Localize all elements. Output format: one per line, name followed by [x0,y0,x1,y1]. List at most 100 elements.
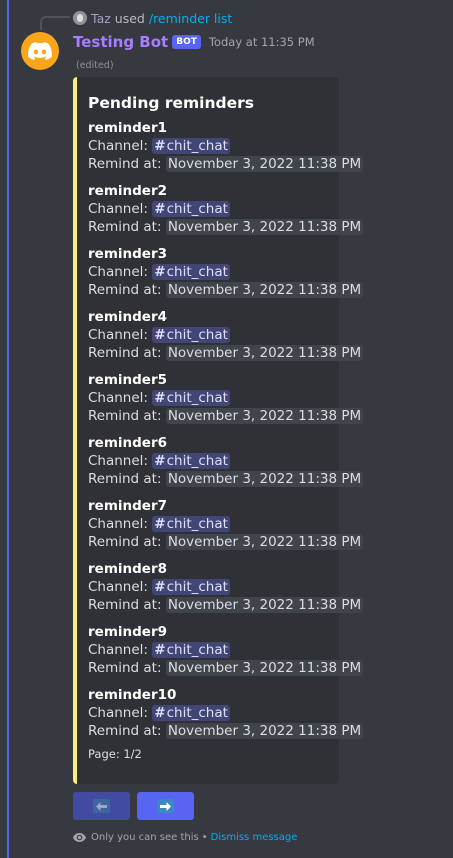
remind-line: Remind at: November 3, 2022 11:38 PM [88,218,364,236]
channel-mention[interactable]: #chit_chat [152,138,230,154]
pagination-buttons [73,792,201,820]
channel-label: Channel: [88,201,148,217]
channel-mention[interactable]: #chit_chat [152,201,230,217]
reminder-field: reminder9 Channel: #chit_chat Remind at: N… [88,624,364,687]
remind-timestamp[interactable]: November 3, 2022 11:38 PM [165,471,364,487]
reminder-name: reminder5 [88,372,167,388]
remind-label: Remind at: [88,723,162,739]
remind-line: Remind at: November 3, 2022 11:38 PM [88,659,364,677]
reminder-name: reminder9 [88,624,167,640]
bot-tag: BOT [172,35,201,49]
channel-name: chit_chat [166,642,228,658]
reminder-field: reminder2 Channel: #chit_chat Remind at: N… [88,183,364,246]
previous-page-button[interactable] [73,792,130,820]
reminder-field: reminder1 Channel: #chit_chat Remind at: N… [88,120,364,183]
remind-line: Remind at: November 3, 2022 11:38 PM [88,407,364,425]
channel-mention[interactable]: #chit_chat [152,453,230,469]
remind-line: Remind at: November 3, 2022 11:38 PM [88,722,364,740]
channel-label: Channel: [88,642,148,658]
remind-timestamp[interactable]: November 3, 2022 11:38 PM [165,534,364,550]
remind-line: Remind at: November 3, 2022 11:38 PM [88,344,364,362]
remind-timestamp[interactable]: November 3, 2022 11:38 PM [165,345,364,361]
channel-line: Channel: #chit_chat [88,137,329,155]
reminder-field: reminder8 Channel: #chit_chat Remind at: N… [88,561,364,624]
channel-mention[interactable]: #chit_chat [152,327,230,343]
reminder-field: reminder3 Channel: #chit_chat Remind at: N… [88,246,364,309]
channel-name: chit_chat [166,390,228,406]
bot-avatar[interactable] [21,32,59,70]
reply-preview[interactable]: Taz used /reminder list [73,10,232,26]
remind-line: Remind at: November 3, 2022 11:38 PM [88,533,364,551]
remind-label: Remind at: [88,156,162,172]
channel-mention[interactable]: #chit_chat [152,579,230,595]
channel-label: Channel: [88,138,148,154]
remind-label: Remind at: [88,219,162,235]
channel-mention[interactable]: #chit_chat [152,516,230,532]
reminder-name: reminder8 [88,561,167,577]
dismiss-message-link[interactable]: Dismiss message [211,832,298,843]
message-timestamp[interactable]: Today at 11:35 PM [209,35,315,49]
channel-mention[interactable]: #chit_chat [152,390,230,406]
reminder-field: reminder10 Channel: #chit_chat Remind at: … [88,687,364,750]
reminder-name: reminder6 [88,435,167,451]
hashtag-icon: # [154,201,166,217]
arrow-left-icon [93,799,110,813]
edited-label[interactable]: (edited) [76,60,114,71]
channel-label: Channel: [88,705,148,721]
channel-mention[interactable]: #chit_chat [152,264,230,280]
hashtag-icon: # [154,579,166,595]
channel-name: chit_chat [166,264,228,280]
reminder-name: reminder3 [88,246,167,262]
channel-mention[interactable]: #chit_chat [152,642,230,658]
remind-timestamp[interactable]: November 3, 2022 11:38 PM [165,282,364,298]
reminder-field: reminder5 Channel: #chit_chat Remind at: N… [88,372,364,435]
eye-icon [73,833,86,842]
remind-label: Remind at: [88,408,162,424]
reminder-name: reminder4 [88,309,167,325]
remind-timestamp[interactable]: November 3, 2022 11:38 PM [165,597,364,613]
reminder-embed: Pending reminders reminder1 Channel: #chi… [73,77,364,784]
bot-username[interactable]: Testing Bot [73,33,168,51]
reminder-field: reminder4 Channel: #chit_chat Remind at: N… [88,309,364,372]
channel-line: Channel: #chit_chat [88,641,329,659]
channel-line: Channel: #chit_chat [88,326,329,344]
hashtag-icon: # [154,453,166,469]
reply-used-text: used [114,10,145,26]
reminder-name: reminder7 [88,498,167,514]
channel-name: chit_chat [166,138,228,154]
channel-name: chit_chat [166,516,228,532]
remind-timestamp[interactable]: November 3, 2022 11:38 PM [165,156,364,172]
channel-line: Channel: #chit_chat [88,515,329,533]
channel-name: chit_chat [166,579,228,595]
channel-line: Channel: #chit_chat [88,704,329,722]
next-page-button[interactable] [137,792,194,820]
remind-timestamp[interactable]: November 3, 2022 11:38 PM [165,408,364,424]
reply-username[interactable]: Taz [91,11,111,26]
hashtag-icon: # [154,264,166,280]
channel-line: Channel: #chit_chat [88,578,329,596]
channel-name: chit_chat [166,201,228,217]
channel-line: Channel: #chit_chat [88,200,329,218]
reply-connector [40,16,70,30]
hashtag-icon: # [154,138,166,154]
channel-line: Channel: #chit_chat [88,263,329,281]
reply-command[interactable]: /reminder list [149,11,232,26]
reminder-field: reminder7 Channel: #chit_chat Remind at: N… [88,498,364,561]
remind-label: Remind at: [88,534,162,550]
remind-label: Remind at: [88,597,162,613]
reminder-name: reminder2 [88,183,167,199]
channel-mention[interactable]: #chit_chat [152,705,230,721]
remind-label: Remind at: [88,282,162,298]
remind-timestamp[interactable]: November 3, 2022 11:38 PM [165,723,364,739]
remind-line: Remind at: November 3, 2022 11:38 PM [88,155,364,173]
separator-dot: • [201,832,208,843]
remind-timestamp[interactable]: November 3, 2022 11:38 PM [165,660,364,676]
reminder-name: reminder1 [88,120,167,136]
channel-label: Channel: [88,516,148,532]
channel-label: Channel: [88,390,148,406]
channel-name: chit_chat [166,453,228,469]
remind-timestamp[interactable]: November 3, 2022 11:38 PM [165,219,364,235]
hashtag-icon: # [154,516,166,532]
user-avatar-small[interactable] [73,11,87,25]
remind-line: Remind at: November 3, 2022 11:38 PM [88,470,364,488]
